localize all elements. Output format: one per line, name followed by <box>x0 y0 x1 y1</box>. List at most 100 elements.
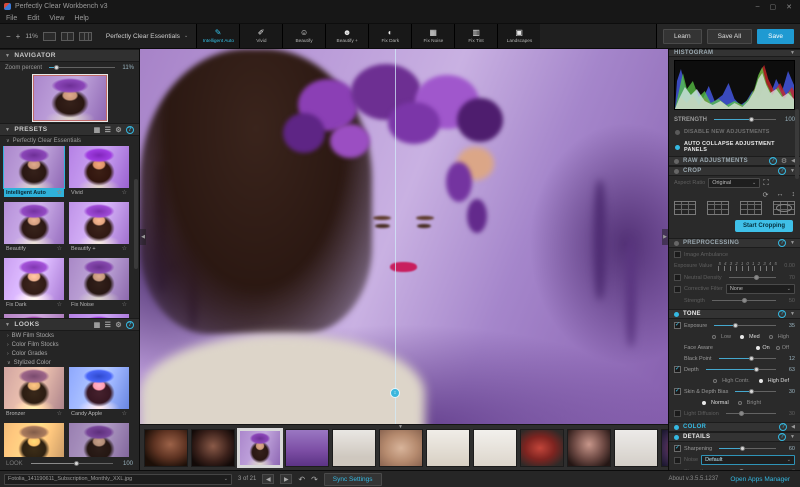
panel-enabled-dot[interactable] <box>674 240 679 246</box>
help-icon[interactable]: ? <box>126 320 134 329</box>
thumbnail-view-icon[interactable]: ▦ <box>94 321 101 329</box>
redo-icon[interactable]: ↷ <box>311 475 318 484</box>
crop-header[interactable]: CROP ? ▼ <box>669 166 800 176</box>
noise-checkbox[interactable] <box>674 456 681 464</box>
help-icon[interactable]: ? <box>126 125 134 134</box>
depth-high-contrast-radio[interactable] <box>713 378 718 383</box>
exposure-low-radio[interactable] <box>711 334 716 339</box>
exposure-med-radio[interactable] <box>739 334 744 339</box>
help-icon[interactable]: ? <box>778 167 787 175</box>
navigator-preview[interactable] <box>0 73 139 123</box>
filmstrip-thumbnail[interactable] <box>191 428 235 467</box>
looks-tree-color-grades[interactable]: › Color Grades <box>0 349 139 358</box>
collapse-left-panel-arrow[interactable]: ◀ <box>140 228 146 245</box>
corrective-filter-dropdown[interactable]: None ⌄ <box>725 284 795 294</box>
neutral-density-checkbox[interactable] <box>674 274 681 281</box>
gear-icon[interactable]: ⚙ <box>115 321 122 329</box>
look-cocoa[interactable]: Cocoa ☆ <box>69 423 129 457</box>
help-icon[interactable]: ? <box>768 157 777 165</box>
looks-header[interactable]: ▼ LOOKS ▦ ☰ ⚙ ? <box>0 318 139 331</box>
neutral-density-slider[interactable] <box>728 274 776 281</box>
exposure-slider[interactable] <box>714 322 776 329</box>
star-icon[interactable]: ☆ <box>57 189 62 196</box>
zoom-out-button[interactable]: − <box>6 32 11 41</box>
preset-partial[interactable] <box>69 314 129 318</box>
preprocessing-header[interactable]: PREPROCESSING ? ▼ <box>669 238 800 248</box>
compare-split-handle[interactable]: ↕ <box>390 388 401 398</box>
skin-depth-bias-checkbox[interactable]: ✓ <box>674 388 681 395</box>
sharpening-checkbox[interactable]: ✓ <box>674 445 681 452</box>
noise-dropdown[interactable]: Default ⌄ <box>701 455 795 465</box>
look-strength-slider[interactable] <box>30 460 113 467</box>
crop-grid-golden-button[interactable] <box>740 201 762 215</box>
save-all-button[interactable]: Save All <box>706 28 753 44</box>
black-point-slider[interactable] <box>718 355 776 362</box>
presets-header[interactable]: ▼ PRESETS ▦ ☰ ⚙ ? <box>0 123 139 136</box>
skin-bright-radio[interactable] <box>737 400 742 405</box>
learn-button[interactable]: Learn <box>663 28 702 44</box>
depth-slider[interactable] <box>705 366 776 373</box>
save-button[interactable]: Save <box>757 28 794 44</box>
star-icon[interactable]: ☆ <box>122 189 127 196</box>
view-single-button[interactable] <box>42 31 56 41</box>
next-image-button[interactable]: ▶ <box>280 474 293 484</box>
auto-collapse-toggle[interactable]: AUTO COLLAPSE ADJUSTMENT PANELS <box>669 138 800 156</box>
preset-fix-dark[interactable]: Fix Dark ☆ <box>4 258 64 309</box>
preset-group-dropdown[interactable]: Perfectly Clear Essentials ⌄ <box>98 33 196 40</box>
flip-horizontal-icon[interactable]: ↔ <box>777 191 784 198</box>
star-icon[interactable]: ☆ <box>57 301 62 308</box>
crop-grid-fifths-button[interactable] <box>707 201 729 215</box>
filmstrip-thumbnail[interactable] <box>426 428 470 467</box>
exposure-high-radio[interactable] <box>768 334 773 339</box>
help-icon[interactable]: ? <box>778 239 787 247</box>
list-view-icon[interactable]: ☰ <box>105 126 112 134</box>
right-panel-scrollbar[interactable] <box>795 109 799 179</box>
undo-icon[interactable]: ↶ <box>298 475 305 484</box>
toolbar-preset-fix-dark[interactable]: ◐ Fix Dark <box>368 24 411 48</box>
filename-dropdown[interactable]: Fotolia_141190611_Subscription_Monthly_X… <box>4 473 232 485</box>
sync-settings-button[interactable]: Sync Settings <box>323 472 382 486</box>
corrective-filter-checkbox[interactable] <box>674 285 681 293</box>
filmstrip-thumbnail[interactable] <box>379 428 423 467</box>
aspect-ratio-dropdown[interactable]: Original ⌄ <box>708 178 761 188</box>
look-candy-apple[interactable]: Candy Apple ☆ <box>69 367 129 418</box>
star-icon[interactable]: ☆ <box>57 245 62 252</box>
filmstrip-thumbnail[interactable] <box>567 428 611 467</box>
filmstrip-thumbnail[interactable] <box>661 428 668 467</box>
flip-vertical-icon[interactable]: ↕ <box>792 191 796 198</box>
compare-split-line[interactable] <box>395 49 397 424</box>
menu-file[interactable]: File <box>6 15 17 22</box>
start-cropping-button[interactable]: Start Cropping <box>735 220 793 232</box>
filmstrip-collapse-icon[interactable]: ▼ <box>398 425 403 430</box>
panel-enabled-dot[interactable] <box>674 424 679 430</box>
filmstrip-thumbnail[interactable] <box>332 428 376 467</box>
toolbar-preset-landscapes[interactable]: ▣ Landscapes <box>497 24 540 48</box>
preset-beautify[interactable]: Beautify ☆ <box>4 202 64 253</box>
navigator-header[interactable]: ▼ NAVIGATOR <box>0 49 139 62</box>
light-diffusion-slider[interactable] <box>725 410 776 417</box>
depth-high-def-radio[interactable] <box>758 378 763 383</box>
panel-enabled-dot[interactable] <box>674 311 679 317</box>
filmstrip-thumbnail[interactable] <box>144 428 188 467</box>
face-aware-off-radio[interactable] <box>775 345 780 350</box>
preset-intelligent-auto[interactable]: Intelligent Auto ☆ <box>3 146 65 197</box>
filmstrip-thumbnail[interactable] <box>614 428 658 467</box>
toolbar-preset-fix-noise[interactable]: ▦ Fix Noise <box>411 24 454 48</box>
navigator-zoom-slider[interactable] <box>49 64 115 71</box>
face-aware-on-radio[interactable] <box>756 345 761 350</box>
menu-edit[interactable]: Edit <box>27 15 39 22</box>
toolbar-preset-beautify[interactable]: ☺ Beautify <box>282 24 325 48</box>
close-button[interactable]: ✕ <box>786 3 792 11</box>
view-split-button[interactable] <box>60 31 74 41</box>
view-sidebyside-button[interactable] <box>78 31 92 41</box>
maximize-button[interactable]: ▢ <box>770 3 777 11</box>
panel-enabled-dot[interactable] <box>674 434 679 440</box>
crop-tool-icon[interactable]: ⛶ <box>763 178 769 188</box>
skin-normal-radio[interactable] <box>701 400 706 405</box>
gear-icon[interactable]: ⚙ <box>115 126 122 134</box>
minimize-button[interactable]: – <box>756 3 760 11</box>
menu-view[interactable]: View <box>49 15 64 22</box>
details-header[interactable]: DETAILS ? ▼ <box>669 432 800 442</box>
looks-tree-color-film[interactable]: › Color Film Stocks <box>0 340 139 349</box>
look-bronzer[interactable]: Bronzer ☆ <box>4 367 64 418</box>
